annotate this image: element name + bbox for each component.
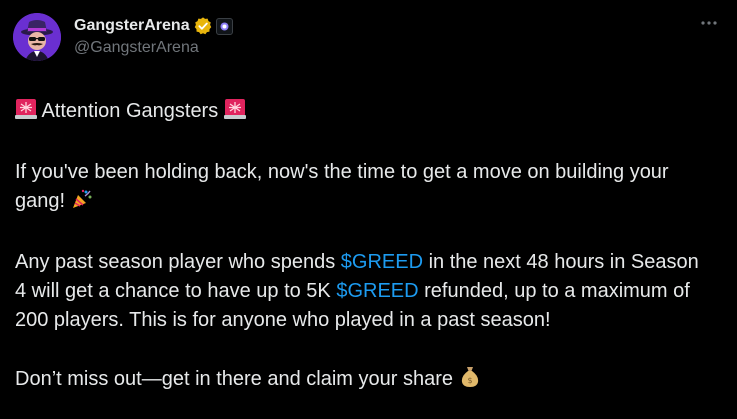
cashtag-greed-link[interactable]: $GREED	[336, 280, 418, 302]
tweet-text: Attention Gangsters If you've been holdi…	[13, 97, 705, 397]
tweet-paragraph-3: Any past season player who spends $GREED…	[15, 248, 705, 335]
verified-badge-icon[interactable]	[193, 16, 213, 36]
paragraph-2-text: If you've been holding back, now's the t…	[15, 161, 669, 212]
tweet-header: GangsterArena @GangsterArena	[13, 13, 725, 67]
cashtag-greed-link[interactable]: $GREED	[341, 251, 423, 273]
tweet-paragraph-4: Don’t miss out—get in there and claim yo…	[15, 364, 705, 397]
party-popper-icon	[71, 188, 93, 219]
affiliate-badge-icon[interactable]	[215, 17, 233, 35]
avatar[interactable]	[13, 13, 61, 61]
attention-text: Attention Gangsters	[41, 100, 219, 122]
paragraph-3-text-a: Any past season player who spends	[15, 251, 341, 273]
tweet-paragraph-2: If you've been holding back, now's the t…	[15, 158, 705, 219]
account-names: GangsterArena @GangsterArena	[74, 16, 233, 57]
siren-icon	[223, 98, 246, 129]
account-handle[interactable]: @GangsterArena	[74, 39, 233, 57]
siren-icon	[15, 98, 37, 129]
gangster-fedora-avatar-icon	[13, 13, 61, 61]
tweet-line-attention: Attention Gangsters	[15, 97, 705, 129]
tweet-card: GangsterArena @GangsterArena Attention G…	[0, 0, 737, 419]
paragraph-4-text: Don’t miss out—get in there and claim yo…	[15, 368, 453, 390]
display-name[interactable]: GangsterArena	[74, 17, 190, 35]
more-dots-icon[interactable]	[698, 12, 720, 34]
svg-text:$: $	[467, 376, 472, 385]
money-bag-icon: $	[459, 364, 481, 397]
name-row: GangsterArena	[74, 16, 233, 36]
